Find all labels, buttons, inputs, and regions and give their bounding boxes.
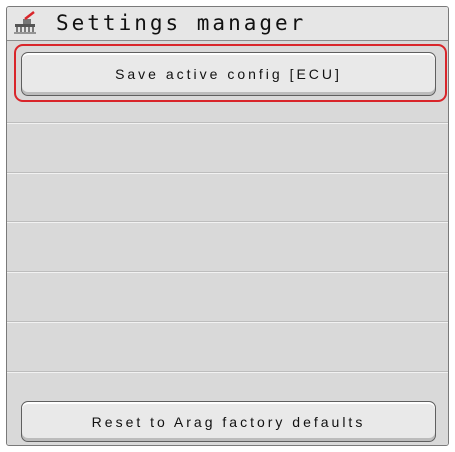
sprayer-settings-icon <box>13 11 37 35</box>
header-bar: Settings manager <box>7 7 448 41</box>
list-divider <box>7 322 448 323</box>
list-divider <box>7 272 448 273</box>
list-divider <box>7 372 448 373</box>
list-divider <box>7 123 448 124</box>
reset-factory-defaults-button[interactable]: Reset to Arag factory defaults <box>21 401 436 442</box>
list-divider <box>7 173 448 174</box>
page-title: Settings manager <box>56 11 307 35</box>
list-divider <box>7 222 448 223</box>
save-active-config-button[interactable]: Save active config [ECU] <box>21 52 436 96</box>
